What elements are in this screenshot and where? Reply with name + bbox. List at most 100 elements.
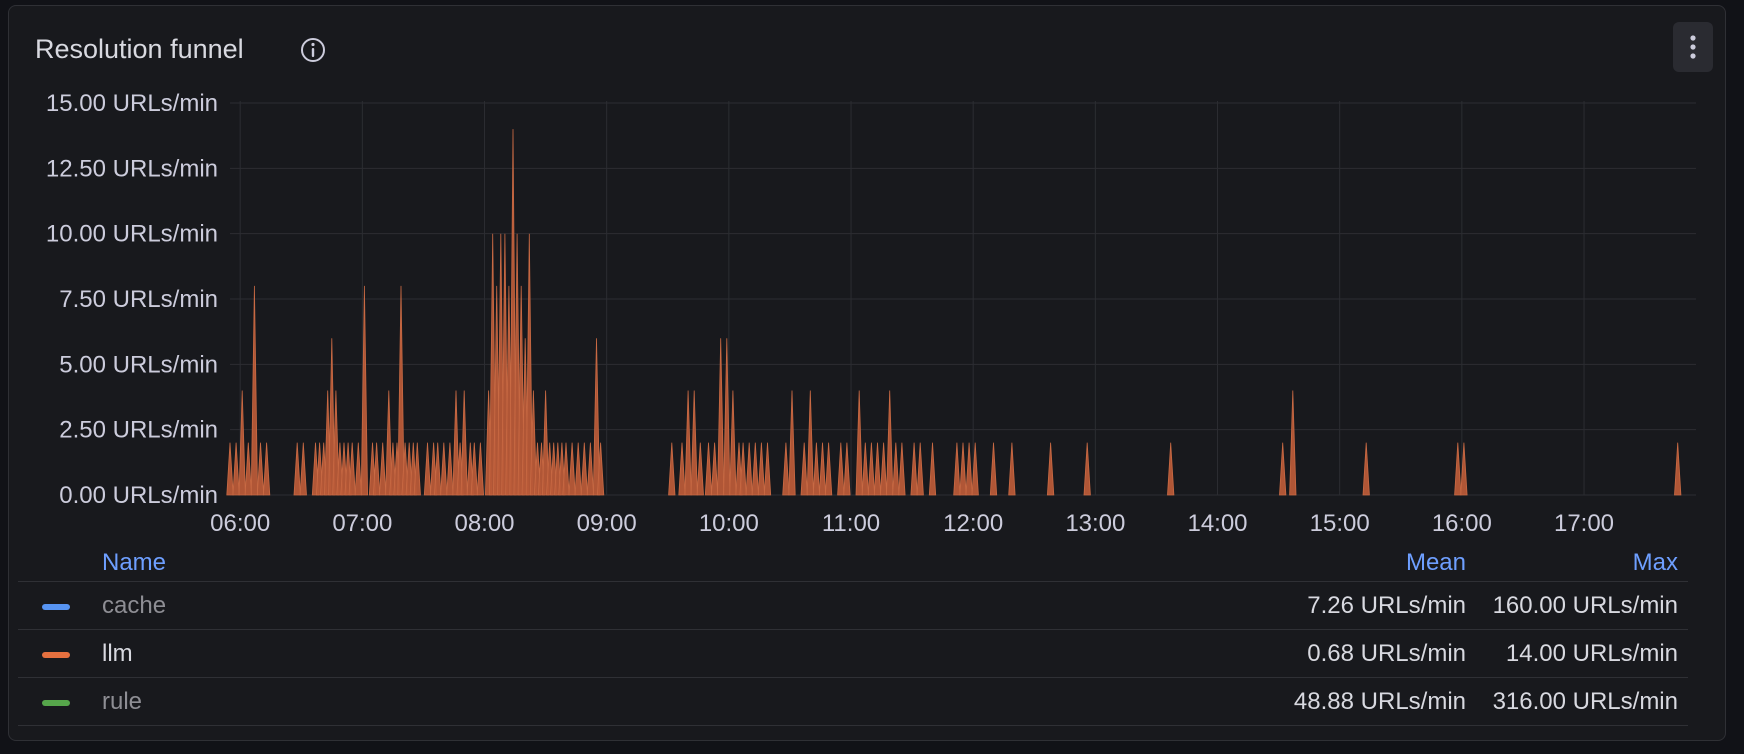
llm-data-point xyxy=(1674,442,1682,496)
y-tick-label: 0.00 URLs/min xyxy=(59,482,218,509)
llm-data-point xyxy=(232,442,240,496)
legend-series-name: cache xyxy=(102,592,167,619)
llm-data-point xyxy=(867,442,876,496)
llm-data-point xyxy=(837,442,845,496)
legend-series-name: llm xyxy=(102,640,133,667)
llm-data-point xyxy=(250,285,259,496)
llm-data-point xyxy=(745,442,753,496)
legend-series-max: 14.00 URLs/min xyxy=(1505,640,1678,667)
llm-data-point xyxy=(299,442,307,496)
llm-data-point xyxy=(1279,442,1287,496)
x-tick-label: 08:00 xyxy=(454,510,514,537)
llm-data-point xyxy=(879,442,888,496)
llm-data-point xyxy=(928,442,937,496)
y-tick-label: 12.50 URLs/min xyxy=(46,155,218,182)
series-color-swatch xyxy=(42,700,70,706)
legend-header-mean[interactable]: Mean xyxy=(1406,549,1466,577)
llm-data-point xyxy=(379,442,387,496)
llm-data-point xyxy=(446,442,454,496)
llm-data-point xyxy=(953,442,961,496)
x-tick-label: 15:00 xyxy=(1310,510,1370,537)
legend-series-name: rule xyxy=(102,688,143,715)
x-tick-label: 14:00 xyxy=(1187,510,1247,537)
llm-data-point xyxy=(354,442,362,496)
llm-data-point xyxy=(293,442,301,496)
llm-data-point xyxy=(812,442,821,496)
llm-data-point xyxy=(574,442,582,496)
x-tick-label: 06:00 xyxy=(210,510,270,537)
llm-data-point xyxy=(892,442,900,496)
legend-header-max[interactable]: Max xyxy=(1633,549,1678,577)
llm-data-point xyxy=(262,442,271,496)
llm-data-point xyxy=(1289,390,1297,496)
legend-header: Name Mean Max xyxy=(18,545,1688,582)
x-tick-label: 12:00 xyxy=(943,510,1003,537)
llm-data-point xyxy=(440,442,448,496)
llm-data-point xyxy=(1008,442,1016,496)
x-tick-label: 17:00 xyxy=(1554,510,1614,537)
llm-data-point xyxy=(580,442,588,496)
llm-data-point xyxy=(244,442,252,496)
y-tick-label: 7.50 URLs/min xyxy=(59,286,218,313)
llm-data-point xyxy=(476,442,485,496)
legend-row-rule[interactable]: rule 48.88 URLs/min 316.00 URLs/min xyxy=(18,678,1688,726)
llm-data-point xyxy=(256,442,265,496)
llm-data-point xyxy=(586,442,595,496)
llm-data-point xyxy=(861,442,869,496)
llm-data-point xyxy=(782,442,790,496)
llm-data-point xyxy=(1046,442,1055,496)
legend-row-llm[interactable]: llm 0.68 URLs/min 14.00 URLs/min xyxy=(18,630,1688,678)
series-color-swatch xyxy=(42,604,70,610)
llm-data-point xyxy=(668,442,676,496)
llm-data-point xyxy=(678,442,686,496)
llm-data-point xyxy=(910,442,918,496)
llm-data-point xyxy=(717,338,725,496)
legend-series-mean: 48.88 URLs/min xyxy=(1293,688,1466,715)
llm-data-point xyxy=(763,442,772,496)
llm-data-point xyxy=(690,390,698,496)
llm-data-point xyxy=(800,442,808,496)
llm-data-point xyxy=(568,442,576,496)
legend-series-mean: 7.26 URLs/min xyxy=(1307,592,1466,619)
llm-data-point xyxy=(460,390,468,496)
llm-data-point xyxy=(226,442,234,496)
x-tick-label: 13:00 xyxy=(1065,510,1125,537)
llm-data-point xyxy=(704,442,713,496)
llm-data-point xyxy=(855,390,863,496)
llm-data-point xyxy=(1167,442,1175,496)
llm-data-point xyxy=(1362,442,1370,496)
legend-header-name[interactable]: Name xyxy=(102,549,166,577)
llm-data-point xyxy=(818,442,827,496)
timeseries-chart: 0.00 URLs/min 2.50 URLs/min 5.00 URLs/min 7… xyxy=(46,90,1696,537)
llm-data-point xyxy=(1454,442,1462,496)
legend-series-max: 160.00 URLs/min xyxy=(1492,592,1678,619)
llm-data-point xyxy=(965,442,973,496)
llm-data-point xyxy=(916,442,924,496)
llm-data-point xyxy=(757,442,766,496)
legend-row-cache[interactable]: cache 7.26 URLs/min 160.00 URLs/min xyxy=(18,582,1688,630)
llm-data-point xyxy=(788,390,796,496)
llm-data-point xyxy=(710,442,719,496)
x-tick-label: 09:00 xyxy=(577,510,637,537)
llm-data-point xyxy=(729,390,737,496)
llm-data-point xyxy=(886,390,894,496)
llm-data-point xyxy=(959,442,967,496)
llm-data-point xyxy=(873,442,882,496)
llm-data-point xyxy=(989,442,998,496)
llm-data-point xyxy=(397,285,405,496)
y-tick-label: 5.00 URLs/min xyxy=(59,351,218,378)
x-tick-label: 07:00 xyxy=(332,510,392,537)
legend-series-mean: 0.68 URLs/min xyxy=(1307,640,1466,667)
llm-data-point xyxy=(806,390,814,496)
y-tick-label: 10.00 URLs/min xyxy=(46,221,218,248)
series-color-swatch xyxy=(42,652,70,658)
legend-series-max: 316.00 URLs/min xyxy=(1492,688,1678,715)
llm-data-point xyxy=(684,390,692,496)
llm-data-point xyxy=(824,442,833,496)
x-tick-label: 16:00 xyxy=(1432,510,1492,537)
x-tick-label: 10:00 xyxy=(699,510,759,537)
llm-data-point xyxy=(843,442,851,496)
llm-data-point xyxy=(898,442,906,496)
llm-data-point xyxy=(696,442,704,496)
x-tick-label: 11:00 xyxy=(822,510,880,537)
